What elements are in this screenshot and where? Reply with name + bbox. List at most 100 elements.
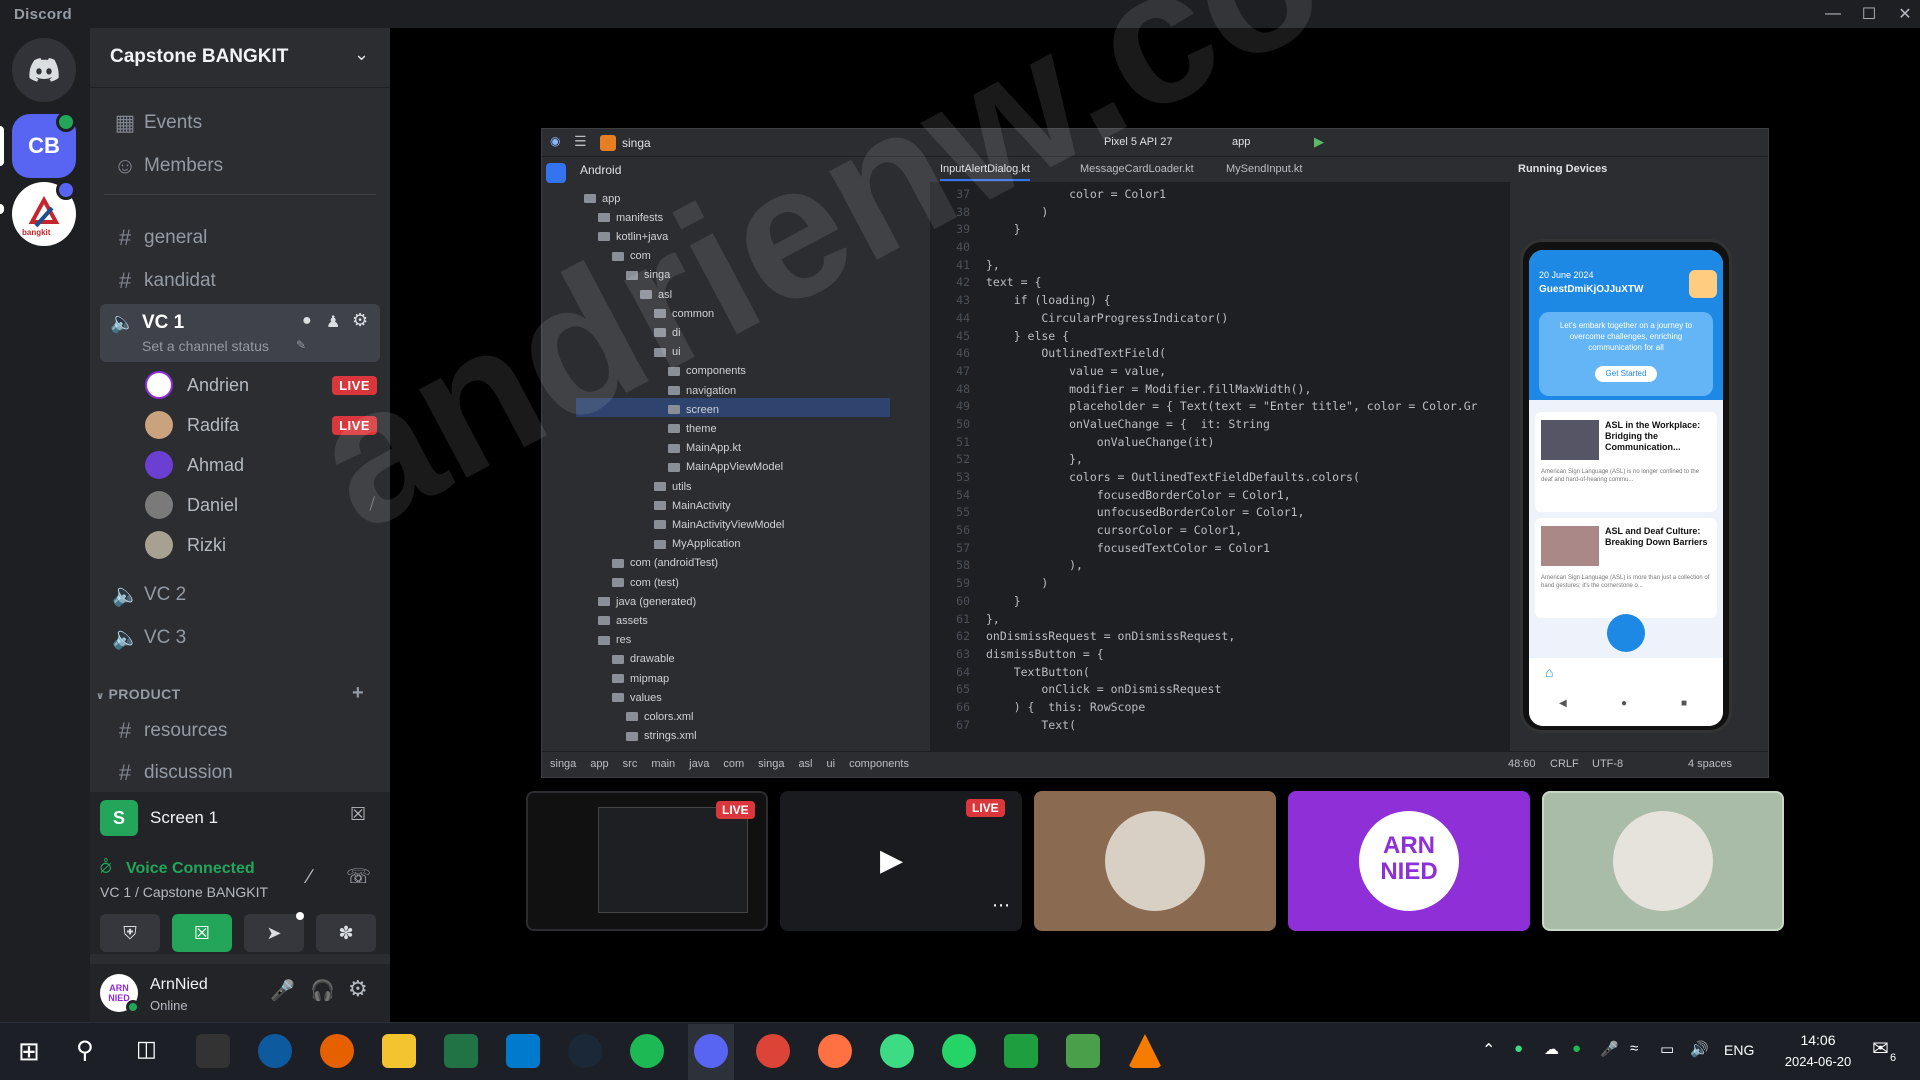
server-capstone-bangkit[interactable]: CB: [12, 112, 76, 178]
tree-item[interactable]: app: [584, 189, 884, 208]
tray-wifi-icon[interactable]: ≈: [1630, 1040, 1638, 1057]
noise-suppression-icon[interactable]: ∕: [308, 866, 311, 889]
tree-item[interactable]: com (test): [612, 573, 912, 592]
chevron-down-icon[interactable]: ⌄: [354, 44, 369, 65]
tree-item[interactable]: common: [654, 304, 930, 323]
channel-kandidat[interactable]: # kandidat: [98, 262, 382, 300]
stream-tile-radifa[interactable]: LIVE ▶ ⋯: [780, 791, 1022, 931]
pencil-icon[interactable]: ✎: [296, 338, 306, 352]
tree-item[interactable]: ui: [654, 343, 930, 362]
layers-icon[interactable]: [1066, 1034, 1100, 1068]
tray-microphone-icon[interactable]: 🎤: [1600, 1040, 1619, 1058]
project-view-icon[interactable]: [546, 163, 566, 183]
soundboard-button[interactable]: ✽: [316, 914, 376, 952]
tree-item[interactable]: singa: [626, 266, 926, 285]
tree-item[interactable]: com: [612, 247, 912, 266]
steam-icon[interactable]: [568, 1034, 602, 1068]
tree-item[interactable]: MainAppViewModel: [668, 458, 930, 477]
tree-item[interactable]: screen: [668, 400, 930, 419]
tree-item[interactable]: navigation: [668, 381, 930, 400]
hamburger-menu-icon[interactable]: ☰: [574, 133, 587, 150]
voice-location[interactable]: VC 1 / Capstone BANGKIT: [100, 884, 268, 900]
breadcrumb-item[interactable]: java: [689, 758, 709, 770]
tree-item[interactable]: utils: [654, 477, 930, 496]
tree-item[interactable]: MainActivity: [654, 496, 930, 515]
home-circle-icon[interactable]: ●: [1621, 698, 1627, 709]
phone-scan-button[interactable]: [1607, 614, 1645, 652]
cursor-position[interactable]: 48:60: [1508, 758, 1536, 770]
user-settings-gear-icon[interactable]: ⚙: [348, 976, 368, 1002]
clock-date[interactable]: 2024-06-20: [1770, 1054, 1866, 1069]
breadcrumb-item[interactable]: main: [651, 758, 675, 770]
sheets-icon[interactable]: [1004, 1034, 1038, 1068]
tree-item[interactable]: mipmap: [612, 669, 912, 688]
add-channel-icon[interactable]: +: [352, 682, 364, 705]
tray-language[interactable]: ENG: [1724, 1042, 1754, 1058]
line-ending[interactable]: CRLF: [1550, 758, 1579, 770]
firefox-icon[interactable]: [320, 1034, 354, 1068]
project-view-selector[interactable]: Android: [580, 163, 621, 177]
tree-item[interactable]: kotlin+java: [598, 227, 898, 246]
server-header[interactable]: Capstone BANGKIT ⌄: [90, 28, 390, 88]
clock-time[interactable]: 14:06: [1786, 1032, 1850, 1048]
voice-member[interactable]: Radifa LIVE: [145, 406, 385, 444]
chrome-icon[interactable]: [756, 1034, 790, 1068]
tree-item[interactable]: strings.xml: [626, 727, 926, 746]
discord-home-icon[interactable]: [12, 38, 76, 102]
tree-item[interactable]: MyApplication: [654, 535, 930, 554]
breadcrumb-item[interactable]: components: [849, 758, 909, 770]
file-explorer-icon[interactable]: [382, 1034, 416, 1068]
tree-item[interactable]: res: [598, 631, 898, 650]
voice-channel-vc2[interactable]: 🔈 VC 2: [98, 576, 382, 614]
tree-item[interactable]: colors.xml: [626, 707, 926, 726]
breadcrumb-item[interactable]: singa: [550, 758, 576, 770]
channel-status[interactable]: Set a channel status: [142, 338, 269, 354]
close-button[interactable]: ✕: [1882, 0, 1920, 28]
postman-icon[interactable]: [818, 1034, 852, 1068]
article-card[interactable]: ASL in the Workplace: Bridging the Commu…: [1535, 412, 1717, 512]
spotify-icon[interactable]: [630, 1034, 664, 1068]
search-icon[interactable]: ⚲: [76, 1036, 94, 1065]
module-selector[interactable]: app: [1232, 136, 1250, 148]
voice-member[interactable]: Daniel ⧸: [145, 486, 385, 524]
participant-tile-kitten[interactable]: [1542, 791, 1784, 931]
server-bangkit[interactable]: bangkit: [12, 180, 76, 246]
breadcrumb-item[interactable]: singa: [758, 758, 784, 770]
terminal-icon[interactable]: [196, 1034, 230, 1068]
phone-screen[interactable]: 20 June 2024 GuestDmiKjOJJuXTW Let's emb…: [1529, 250, 1723, 726]
tree-item[interactable]: assets: [598, 611, 898, 630]
tray-cloud-icon[interactable]: ☁: [1544, 1040, 1559, 1058]
tree-item[interactable]: values: [612, 688, 912, 707]
home-icon[interactable]: ⌂: [1545, 664, 1553, 680]
tray-battery-icon[interactable]: ▭: [1660, 1040, 1674, 1058]
notepad-icon[interactable]: [444, 1034, 478, 1068]
file-encoding[interactable]: UTF-8: [1592, 758, 1623, 770]
windows-start-icon[interactable]: ⊞: [18, 1036, 40, 1067]
task-view-icon[interactable]: ◫: [136, 1036, 157, 1062]
more-options-icon[interactable]: ⋯: [992, 895, 1010, 916]
device-selector[interactable]: Pixel 5 API 27: [1104, 136, 1173, 148]
tab-my-send-input[interactable]: MySendInput.kt: [1226, 163, 1302, 175]
members-item[interactable]: ☺ Members: [98, 147, 382, 185]
invite-icon[interactable]: ♟: [326, 312, 340, 332]
tray-chevron-up-icon[interactable]: ⌃: [1482, 1040, 1495, 1060]
breadcrumb-item[interactable]: app: [590, 758, 608, 770]
tree-item[interactable]: MainApp.kt: [668, 439, 930, 458]
recents-icon[interactable]: ■: [1681, 698, 1687, 709]
android-studio-taskbar-icon[interactable]: [880, 1034, 914, 1068]
project-name[interactable]: singa: [622, 136, 651, 150]
run-icon[interactable]: ▶: [1314, 134, 1324, 150]
stop-share-icon[interactable]: ☒: [350, 804, 366, 825]
tree-item[interactable]: asl: [640, 285, 930, 304]
breadcrumb-item[interactable]: com: [723, 758, 744, 770]
whatsapp-icon[interactable]: [942, 1034, 976, 1068]
activity-button[interactable]: ➤: [244, 914, 304, 952]
voice-channel-vc1[interactable]: 🔈 VC 1 Set a channel status ✎ ● ♟ ⚙: [100, 304, 380, 362]
tree-item[interactable]: drawable: [612, 650, 912, 669]
disconnect-icon[interactable]: ☏: [346, 864, 371, 889]
back-icon[interactable]: ◀: [1559, 698, 1567, 709]
settings-gear-icon[interactable]: ⚙: [352, 310, 368, 331]
code-editor[interactable]: 37 38 39 40 41 42 43 44 45 46 47 48 49 50 51 52 53 54 55 56…: [930, 183, 1510, 751]
share-screen-button[interactable]: ☒: [172, 914, 232, 952]
tree-item[interactable]: manifests: [598, 208, 898, 227]
